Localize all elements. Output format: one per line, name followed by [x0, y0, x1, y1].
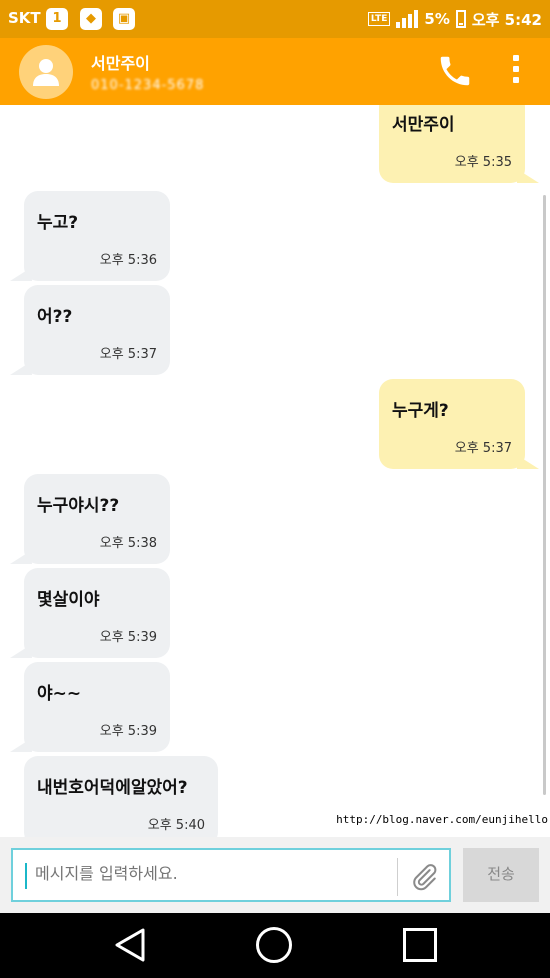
message-text: 야~~	[37, 684, 82, 704]
back-icon[interactable]	[113, 927, 147, 963]
notification-count-icon: 1	[46, 8, 68, 30]
message-input-box[interactable]	[11, 848, 451, 902]
text-cursor	[25, 863, 27, 889]
bag-icon: ▣	[113, 8, 135, 30]
navigation-bar	[0, 913, 550, 978]
send-button[interactable]: 전송	[463, 848, 539, 902]
message-text: 몇살이야	[37, 590, 100, 610]
avatar-person-icon	[33, 59, 59, 86]
message-time: 오후 5:37	[454, 441, 512, 456]
message-time: 오후 5:39	[99, 724, 157, 739]
message-text: 서만주이	[392, 115, 455, 135]
message-time: 오후 5:37	[99, 347, 157, 362]
message-time: 오후 5:35	[454, 155, 512, 170]
message-list[interactable]: 서만주이 오후 5:35 누고? 오후 5:36 어?? 오후 5:37 누구게…	[0, 105, 550, 837]
message-bubble-outgoing[interactable]: 서만주이 오후 5:35	[379, 105, 525, 183]
message-bubble-incoming[interactable]: 야~~ 오후 5:39	[24, 662, 170, 752]
message-text: 누구게?	[392, 401, 449, 421]
conversation-header: 서만주이 010-1234-5678	[0, 38, 550, 105]
message-text: 내번호어덕에알았어?	[37, 778, 188, 798]
input-divider	[397, 858, 398, 896]
composer-bar: 전송	[0, 837, 550, 913]
message-input[interactable]	[35, 864, 385, 883]
chat-scrollbar[interactable]	[543, 195, 546, 795]
home-icon[interactable]	[256, 927, 292, 963]
overflow-menu-icon[interactable]	[509, 55, 523, 89]
message-bubble-incoming[interactable]: 몇살이야 오후 5:39	[24, 568, 170, 658]
message-bubble-incoming[interactable]: 어?? 오후 5:37	[24, 285, 170, 375]
message-time: 오후 5:36	[99, 253, 157, 268]
paperclip-icon[interactable]	[409, 862, 439, 892]
carrier-label: SKT	[8, 9, 41, 27]
recents-icon[interactable]	[403, 928, 437, 962]
status-indicators: LTE 5% 오후 5:42	[367, 8, 542, 30]
message-time: 오후 5:38	[99, 536, 157, 551]
watermark-url: http://blog.naver.com/eunjihello	[336, 813, 548, 826]
message-text: 누구야시??	[37, 496, 120, 516]
battery-percent: 5%	[424, 10, 450, 28]
contact-name: 서만주이	[91, 54, 150, 73]
message-text: 누고?	[37, 213, 79, 233]
pin-app-icon: ◆	[80, 8, 102, 30]
phone-icon[interactable]	[436, 52, 474, 90]
message-bubble-incoming[interactable]: 누구야시?? 오후 5:38	[24, 474, 170, 564]
clock: 오후 5:42	[471, 10, 542, 29]
signal-icon	[396, 10, 419, 28]
contact-avatar[interactable]	[19, 45, 73, 99]
message-bubble-incoming[interactable]: 내번호어덕에알았어? 오후 5:40	[24, 756, 218, 837]
message-time: 오후 5:39	[99, 630, 157, 645]
status-bar: SKT 1 ◆ ▣ LTE 5% 오후 5:42	[0, 0, 550, 38]
message-time: 오후 5:40	[147, 818, 205, 833]
contact-number: 010-1234-5678	[91, 78, 205, 93]
message-bubble-outgoing[interactable]: 누구게? 오후 5:37	[379, 379, 525, 469]
lte-icon: LTE	[367, 12, 391, 26]
message-text: 어??	[37, 307, 73, 327]
message-bubble-incoming[interactable]: 누고? 오후 5:36	[24, 191, 170, 281]
battery-icon	[455, 10, 466, 28]
